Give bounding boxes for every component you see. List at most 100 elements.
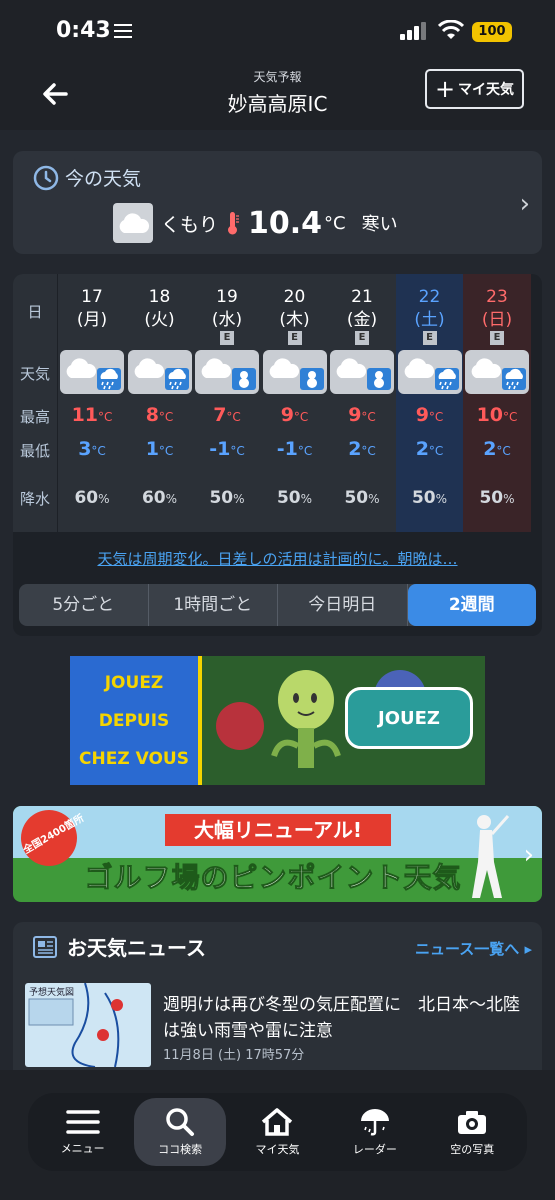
status-bar: 0:43 100 — [0, 0, 555, 62]
forecast-day-column[interactable]: 19 (水) E 7°C -1°C 50% — [193, 274, 261, 532]
high-temp-unit: °C — [98, 410, 113, 424]
forecast-comment-link[interactable]: 天気は周期変化。日差しの活用は計画的に。朝晩は… — [13, 548, 542, 569]
forecast-day-number: 23 — [486, 287, 508, 307]
chevron-right-icon: › — [523, 840, 534, 870]
high-temp: 9°C — [396, 404, 464, 426]
forecast-day-number: 20 — [283, 287, 306, 307]
high-temp-value: 11 — [71, 404, 99, 426]
tab-sky-photo[interactable]: 空の写真 — [426, 1098, 518, 1166]
tab-5min[interactable]: 5分ごと — [19, 584, 149, 626]
forecast-day-column[interactable]: 20 (木) E 9°C -1°C 50% — [260, 274, 329, 532]
low-temp-unit: °C — [496, 444, 511, 458]
tab-today-tomorrow[interactable]: 今日明日 — [278, 584, 408, 626]
forecast-day-column[interactable]: 23 (日) E 10°C 2°C 50% — [463, 274, 531, 532]
current-weather-header: 今の天気 — [33, 164, 141, 191]
forecast-day-column[interactable]: 18 (火) 8°C 1°C 60% — [125, 274, 194, 532]
ad-character-image — [271, 670, 341, 768]
tab-two-weeks[interactable]: 2週間 — [407, 584, 536, 626]
precip-unit: % — [300, 492, 313, 506]
tab-radar[interactable]: レーダー — [329, 1098, 421, 1166]
precip-unit: % — [503, 492, 515, 506]
tab-radar-label: レーダー — [352, 1143, 397, 1156]
wifi-icon — [438, 20, 464, 39]
low-temp-value: 3 — [78, 438, 92, 460]
forecast-weekday: (火) — [144, 310, 175, 330]
forecast-date: 23 (日) — [463, 286, 531, 332]
tab-hourly[interactable]: 1時間ごと — [149, 584, 278, 626]
high-temp-unit: °C — [226, 410, 241, 424]
forecast-day-number: 21 — [351, 287, 373, 307]
temperature-unit: °C — [324, 212, 346, 234]
tab-my-weather[interactable]: マイ天気 — [231, 1098, 323, 1166]
ad-flower-image — [216, 702, 264, 750]
current-weather-card[interactable]: 今の天気 くもり 10.4 °C 寒い › — [13, 151, 542, 254]
feels-like-text: 寒い — [361, 214, 398, 235]
precip-chance: 50% — [463, 488, 531, 508]
ad-play-button[interactable]: JOUEZ — [345, 687, 473, 749]
precip-unit: % — [435, 492, 448, 506]
high-temp: 8°C — [126, 404, 194, 426]
add-my-weather-button[interactable]: + マイ天気 — [425, 69, 524, 109]
row-label-day: 日 — [27, 303, 43, 321]
ad-banner[interactable]: JOUEZ DEPUIS CHEZ VOUS JOUEZ — [70, 656, 485, 785]
forecast-day-column[interactable]: 22 (土) E 9°C 2°C 50% — [395, 274, 464, 532]
ensemble-badge: E — [287, 331, 302, 345]
ensemble-badge: E — [490, 331, 504, 345]
forecast-date: 21 (金) — [328, 286, 396, 332]
forecast-row-labels: 日 天気 最高 最低 降水 — [13, 274, 57, 532]
news-list-link[interactable]: ニュース一覧へ ▸ — [415, 938, 532, 959]
forecast-weekday: (月) — [76, 310, 108, 330]
precip-chance: 50% — [261, 488, 329, 508]
thermometer-icon — [228, 212, 240, 235]
newspaper-icon — [33, 935, 57, 958]
low-temp: 3°C — [58, 438, 126, 460]
precip-unit: % — [98, 492, 110, 506]
news-thumbnail[interactable]: 予想天気図 — [25, 983, 151, 1067]
high-temp-value: 7 — [213, 404, 227, 426]
low-temp-unit: °C — [230, 444, 245, 458]
menu-icon — [65, 1110, 100, 1134]
low-temp-value: 2 — [415, 438, 429, 460]
forecast-weekday: (金) — [346, 310, 378, 330]
high-temp-value: 9 — [348, 404, 362, 426]
forecast-date: 20 (木) — [261, 286, 329, 332]
forecast-weekday: (土) — [414, 310, 445, 330]
forecast-date: 22 (土) — [396, 286, 464, 332]
precip-unit: % — [368, 492, 380, 506]
news-section-header: お天気ニュース — [33, 932, 206, 961]
news-headline[interactable]: 週明けは再び冬型の気圧配置に 北日本〜北陸は強い雨雪や雷に注意 — [163, 992, 535, 1044]
current-weather-title: 今の天気 — [65, 168, 142, 190]
tab-search[interactable]: ココ検索 — [134, 1098, 227, 1166]
cloudy-rain-icon — [60, 350, 124, 394]
high-temp: 9°C — [328, 404, 396, 426]
bottom-tab-bar: メニュー ココ検索 マイ天気 レーダー 空の写真 — [28, 1093, 527, 1171]
forecast-day-column[interactable]: 21 (金) E 9°C 2°C 50% — [328, 274, 396, 532]
precip-chance: 50% — [328, 488, 396, 508]
precip-chance: 60% — [58, 488, 126, 508]
tab-menu[interactable]: メニュー — [37, 1098, 129, 1166]
golf-renewal-label: 大幅リニューアル! — [165, 814, 391, 846]
low-temp-value: -1 — [209, 438, 231, 460]
high-temp-value: 9 — [280, 404, 294, 426]
status-time: 0:43 — [56, 18, 111, 43]
plus-icon: + — [434, 75, 456, 103]
tab-menu-label: メニュー — [60, 1142, 105, 1155]
tab-sky-photo-label: 空の写真 — [450, 1143, 495, 1156]
forecast-date: 17 (月) — [58, 286, 126, 332]
cloudy-rain-icon — [397, 350, 462, 394]
high-temp: 11°C — [58, 404, 126, 426]
cloudy-snow-icon — [195, 350, 259, 394]
forecast-day-number: 19 — [216, 287, 238, 307]
tab-my-weather-label: マイ天気 — [255, 1143, 300, 1156]
high-temp-value: 9 — [415, 404, 429, 426]
forecast-range-tabs: 5分ごと 1時間ごと 今日明日 2週間 — [19, 584, 536, 626]
low-temp-value: -1 — [276, 438, 298, 460]
battery-indicator: 100 — [472, 22, 512, 42]
golf-weather-banner[interactable]: 全国2400箇所 大幅リニューアル! ゴルフ場のピンポイント天気 › — [13, 806, 542, 902]
forecast-day-column[interactable]: 17 (月) 11°C 3°C 60% — [58, 274, 126, 532]
low-temp-value: 2 — [483, 438, 497, 460]
high-temp: 10°C — [463, 404, 531, 426]
forecast-date: 19 (水) — [193, 286, 261, 332]
high-temp: 7°C — [193, 404, 261, 426]
ad-text-line-1: JOUEZ DEPUIS — [98, 672, 170, 731]
